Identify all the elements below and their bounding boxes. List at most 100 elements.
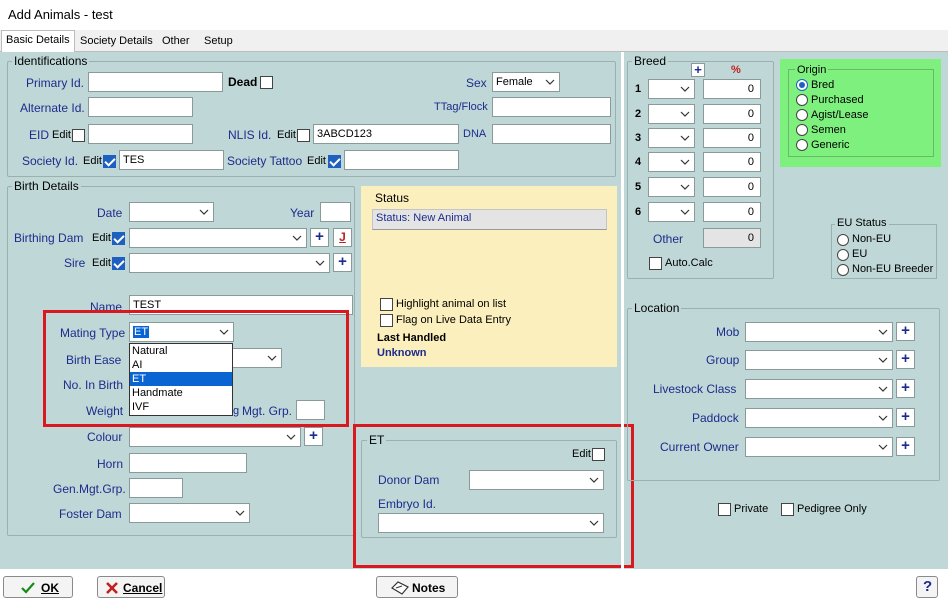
pedigree-only-label: Pedigree Only [797,503,867,515]
add-mob-button[interactable]: + [896,322,915,341]
eu-status-title: EU Status [835,217,889,229]
year-input[interactable] [320,202,351,222]
chevron-down-icon [199,209,209,215]
tab-setup[interactable]: Setup [200,32,237,52]
auto-calc-checkbox[interactable] [649,257,662,270]
help-button[interactable]: ? [916,576,938,598]
eid-input[interactable] [88,124,193,144]
vertical-divider [621,52,624,569]
livestock-class-select[interactable] [745,379,893,399]
cancel-button[interactable]: Cancel [97,576,165,598]
add-current-owner-button[interactable]: + [896,437,915,456]
date-select[interactable] [129,202,214,222]
group-select[interactable] [745,350,893,370]
add-colour-button[interactable]: + [304,427,323,446]
add-group-button[interactable]: + [896,350,915,369]
add-birthing-dam-button[interactable]: + [310,228,329,247]
eu-non-eu-radio[interactable] [837,234,849,246]
notes-button[interactable]: Notes [376,576,458,598]
nlis-id-input[interactable]: 3ABCD123 [313,124,459,144]
alternate-id-input[interactable] [88,97,193,117]
dna-input[interactable] [492,124,611,144]
nlis-edit-label: Edit [277,129,296,141]
colour-select[interactable] [129,427,301,447]
tab-other[interactable]: Other [158,32,194,52]
dead-checkbox[interactable] [260,76,273,89]
horn-input[interactable] [129,453,247,473]
origin-generic-label: Generic [811,139,850,151]
sire-select[interactable] [129,253,330,273]
birthing-dam-edit-checkbox[interactable] [112,232,125,245]
ttag-flock-input[interactable] [492,97,611,117]
add-livestock-class-button[interactable]: + [896,379,915,398]
birth-details-title: Birth Details [12,179,81,193]
sire-edit-checkbox[interactable] [112,257,125,270]
eu-non-eu-breeder-radio[interactable] [837,264,849,276]
breed-percent-input[interactable]: 0 [703,79,761,99]
percent-header: % [731,64,741,76]
breed-row-number: 3 [635,132,642,144]
sire-edit-label: Edit [92,257,111,269]
chevron-down-icon [680,111,690,117]
chevron-down-icon [680,184,690,190]
cancel-label: Cancel [123,581,163,595]
society-id-edit-checkbox[interactable] [103,155,116,168]
origin-generic-radio[interactable] [796,139,808,151]
eid-label: EID [29,128,50,142]
breed-percent-input[interactable]: 0 [703,104,761,124]
paddock-select[interactable] [745,408,893,428]
notes-icon [391,581,409,595]
dna-label: DNA [463,128,487,140]
pedigree-only-checkbox[interactable] [781,503,794,516]
breed-select[interactable] [648,79,695,99]
primary-id-input[interactable] [88,72,223,92]
origin-bred-radio[interactable] [796,79,808,91]
breed-select[interactable] [648,104,695,124]
breed-select[interactable] [648,202,695,222]
birthing-dam-select[interactable] [129,228,307,248]
sex-select[interactable]: Female [492,72,560,92]
highlight-checkbox[interactable] [380,298,393,311]
notes-label: Notes [412,581,446,595]
ok-button[interactable]: OK [3,576,73,598]
add-sire-button[interactable]: + [333,253,352,272]
gen-mgt-grp-input[interactable] [129,478,183,498]
tab-society-details[interactable]: Society Details [76,32,157,52]
chevron-down-icon [680,86,690,92]
j-button[interactable]: J [333,228,352,247]
add-paddock-button[interactable]: + [896,408,915,427]
et-highlight-box [353,424,634,568]
society-id-input[interactable]: TES [119,150,224,170]
add-breed-button[interactable]: + [691,63,705,77]
origin-semen-radio[interactable] [796,124,808,136]
dead-label: Dead [228,75,258,89]
breed-select[interactable] [648,128,695,148]
flag-live-entry-checkbox[interactable] [380,314,393,327]
colour-label: Colour [87,430,123,444]
last-handled-value: Unknown [377,347,427,359]
tab-strip: Basic Details Society Details Other Setu… [0,30,948,53]
origin-purchased-radio[interactable] [796,94,808,106]
chevron-down-icon [878,357,888,363]
breed-select[interactable] [648,177,695,197]
breed-percent-input[interactable]: 0 [703,202,761,222]
breed-percent-input[interactable]: 0 [703,128,761,148]
eid-edit-checkbox[interactable] [72,129,85,142]
current-owner-select[interactable] [745,437,893,457]
society-tattoo-edit-checkbox[interactable] [328,155,341,168]
breed-percent-input[interactable]: 0 [703,152,761,172]
location-title: Location [632,301,682,315]
tab-basic-details[interactable]: Basic Details [1,30,75,53]
private-checkbox[interactable] [718,503,731,516]
mob-select[interactable] [745,322,893,342]
society-tattoo-input[interactable] [344,150,459,170]
breed-percent-input[interactable]: 0 [703,177,761,197]
origin-agist-lease-radio[interactable] [796,109,808,121]
chevron-down-icon [680,209,690,215]
breed-row-number: 2 [635,108,642,120]
breed-select[interactable] [648,152,695,172]
paddock-label: Paddock [692,411,739,425]
nlis-edit-checkbox[interactable] [297,129,310,142]
eu-eu-radio[interactable] [837,249,849,261]
foster-dam-select[interactable] [129,503,250,523]
